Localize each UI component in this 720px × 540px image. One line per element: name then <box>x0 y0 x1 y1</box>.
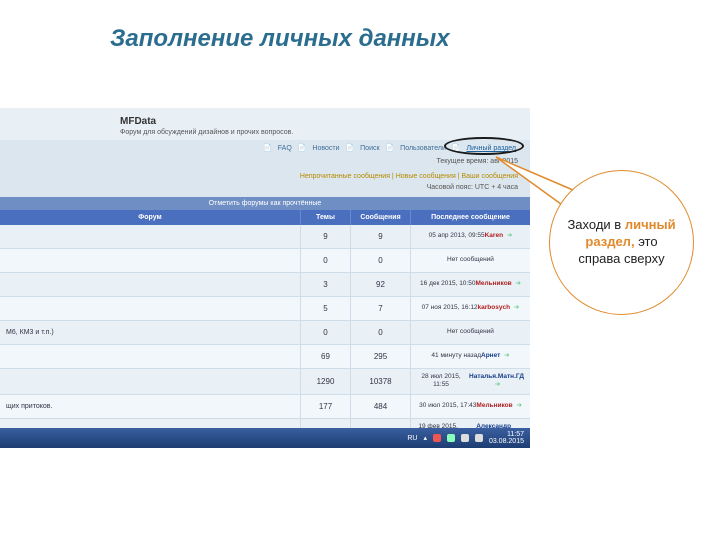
cell-topics: 0 <box>300 321 350 344</box>
timezone-text: Часовой пояс: UTC + 4 часа <box>0 182 530 197</box>
cell-topics: 1290 <box>300 369 350 394</box>
goto-icon[interactable]: ➔ <box>516 280 521 287</box>
cell-last: 16 дек 2015, 10:50Мельников ➔ <box>410 273 530 296</box>
col-msgs: Сообщения <box>350 210 410 225</box>
cell-last: Нет сообщений <box>410 249 530 272</box>
table-header-row: Форум Темы Сообщения Последнее сообщение <box>0 210 530 225</box>
callout-text: Заходи в личный раздел, это справа сверх… <box>564 217 679 268</box>
table-row[interactable]: 5707 ноя 2015, 16:12karbosych ➔ <box>0 297 530 321</box>
taskbar-date: 03.08.2015 <box>489 438 524 445</box>
cell-last: 05 апр 2013, 09:55Karen ➔ <box>410 225 530 248</box>
cell-topics: 5 <box>300 297 350 320</box>
cell-msgs: 484 <box>350 395 410 418</box>
cell-topics: 0 <box>300 249 350 272</box>
table-row[interactable]: 39216 дек 2015, 10:50Мельников ➔ <box>0 273 530 297</box>
cell-forum: М6, КМ3 и т.п.) <box>0 321 300 344</box>
site-description: Форум для обсуждений дизайнов и прочих в… <box>120 129 520 136</box>
cell-last: 41 минуту назадАрнет ➔ <box>410 345 530 368</box>
cell-msgs: 295 <box>350 345 410 368</box>
cell-msgs: 0 <box>350 249 410 272</box>
cell-topics: 3 <box>300 273 350 296</box>
cell-forum <box>0 345 300 368</box>
nav-news[interactable]: Новости <box>312 145 339 152</box>
windows-taskbar: RU ▴ 11:57 03.08.2015 <box>0 428 530 448</box>
taskbar-lang[interactable]: RU <box>407 435 417 442</box>
taskbar-time: 11:57 <box>489 431 524 438</box>
nav-search[interactable]: Поиск <box>360 145 379 152</box>
forum-subnav: Непрочитанные сообщения | Новые сообщени… <box>0 171 530 182</box>
goto-icon[interactable]: ➔ <box>495 381 500 388</box>
nav-profile-link[interactable]: Личный раздел <box>467 145 517 152</box>
callout-bubble: Заходи в личный раздел, это справа сверх… <box>549 170 694 315</box>
tray-icon[interactable] <box>447 434 455 442</box>
cell-msgs: 10378 <box>350 369 410 394</box>
forum-navbar: 📄 FAQ 📄 Новости 📄 Поиск 📄 Пользователи 📄… <box>0 140 530 156</box>
goto-icon[interactable]: ➔ <box>514 304 519 311</box>
col-topics: Темы <box>300 210 350 225</box>
cell-forum <box>0 249 300 272</box>
goto-icon[interactable]: ➔ <box>504 352 509 359</box>
current-time: Текущее время: авг 2015 <box>0 156 530 171</box>
goto-icon[interactable]: ➔ <box>516 402 521 409</box>
nav-users[interactable]: Пользователи <box>400 145 446 152</box>
goto-icon[interactable]: ➔ <box>507 232 512 239</box>
cell-last: 30 июл 2015, 17:43Мельников ➔ <box>410 395 530 418</box>
table-row[interactable]: 12901037828 июл 2015, 11:55Наталья.Матн.… <box>0 369 530 395</box>
col-forum: Форум <box>0 210 300 225</box>
chevron-up-icon[interactable]: ▴ <box>423 434 427 442</box>
cell-last: Нет сообщений <box>410 321 530 344</box>
table-caption[interactable]: Отметить форумы как прочтённые <box>0 197 530 210</box>
cell-last: 28 июл 2015, 11:55Наталья.Матн.ГД ➔ <box>410 369 530 394</box>
nav-icon: 📄 <box>452 145 461 152</box>
nav-icon: 📄 <box>345 145 354 152</box>
taskbar-clock[interactable]: 11:57 03.08.2015 <box>489 431 524 445</box>
col-last: Последнее сообщение <box>410 210 530 225</box>
tray-icon[interactable] <box>433 434 441 442</box>
nav-icon: 📄 <box>298 145 307 152</box>
cell-forum <box>0 297 300 320</box>
slide-title: Заполнение личных данных <box>0 0 720 63</box>
cell-topics: 69 <box>300 345 350 368</box>
table-row[interactable]: 00Нет сообщений <box>0 249 530 273</box>
table-row[interactable]: щих притоков.17748430 июл 2015, 17:43Мел… <box>0 395 530 419</box>
nav-icon: 📄 <box>263 145 272 152</box>
tray-icon[interactable] <box>475 434 483 442</box>
callout-line1: Заходи в <box>567 217 621 232</box>
forum-header: MFData Форум для обсуждений дизайнов и п… <box>0 108 530 140</box>
cell-forum <box>0 273 300 296</box>
cell-forum <box>0 225 300 248</box>
table-row[interactable]: 6929541 минуту назадАрнет ➔ <box>0 345 530 369</box>
forum-screenshot: MFData Форум для обсуждений дизайнов и п… <box>0 108 530 448</box>
nav-faq[interactable]: FAQ <box>278 145 292 152</box>
cell-last: 07 ноя 2015, 16:12karbosych ➔ <box>410 297 530 320</box>
cell-msgs: 92 <box>350 273 410 296</box>
table-row[interactable]: М6, КМ3 и т.п.)00Нет сообщений <box>0 321 530 345</box>
site-name: MFData <box>120 116 520 127</box>
cell-msgs: 7 <box>350 297 410 320</box>
cell-topics: 177 <box>300 395 350 418</box>
cell-msgs: 9 <box>350 225 410 248</box>
cell-msgs: 0 <box>350 321 410 344</box>
cell-forum: щих притоков. <box>0 395 300 418</box>
cell-topics: 9 <box>300 225 350 248</box>
tray-icon[interactable] <box>461 434 469 442</box>
table-row[interactable]: 9905 апр 2013, 09:55Karen ➔ <box>0 225 530 249</box>
cell-forum <box>0 369 300 394</box>
nav-icon: 📄 <box>386 145 395 152</box>
